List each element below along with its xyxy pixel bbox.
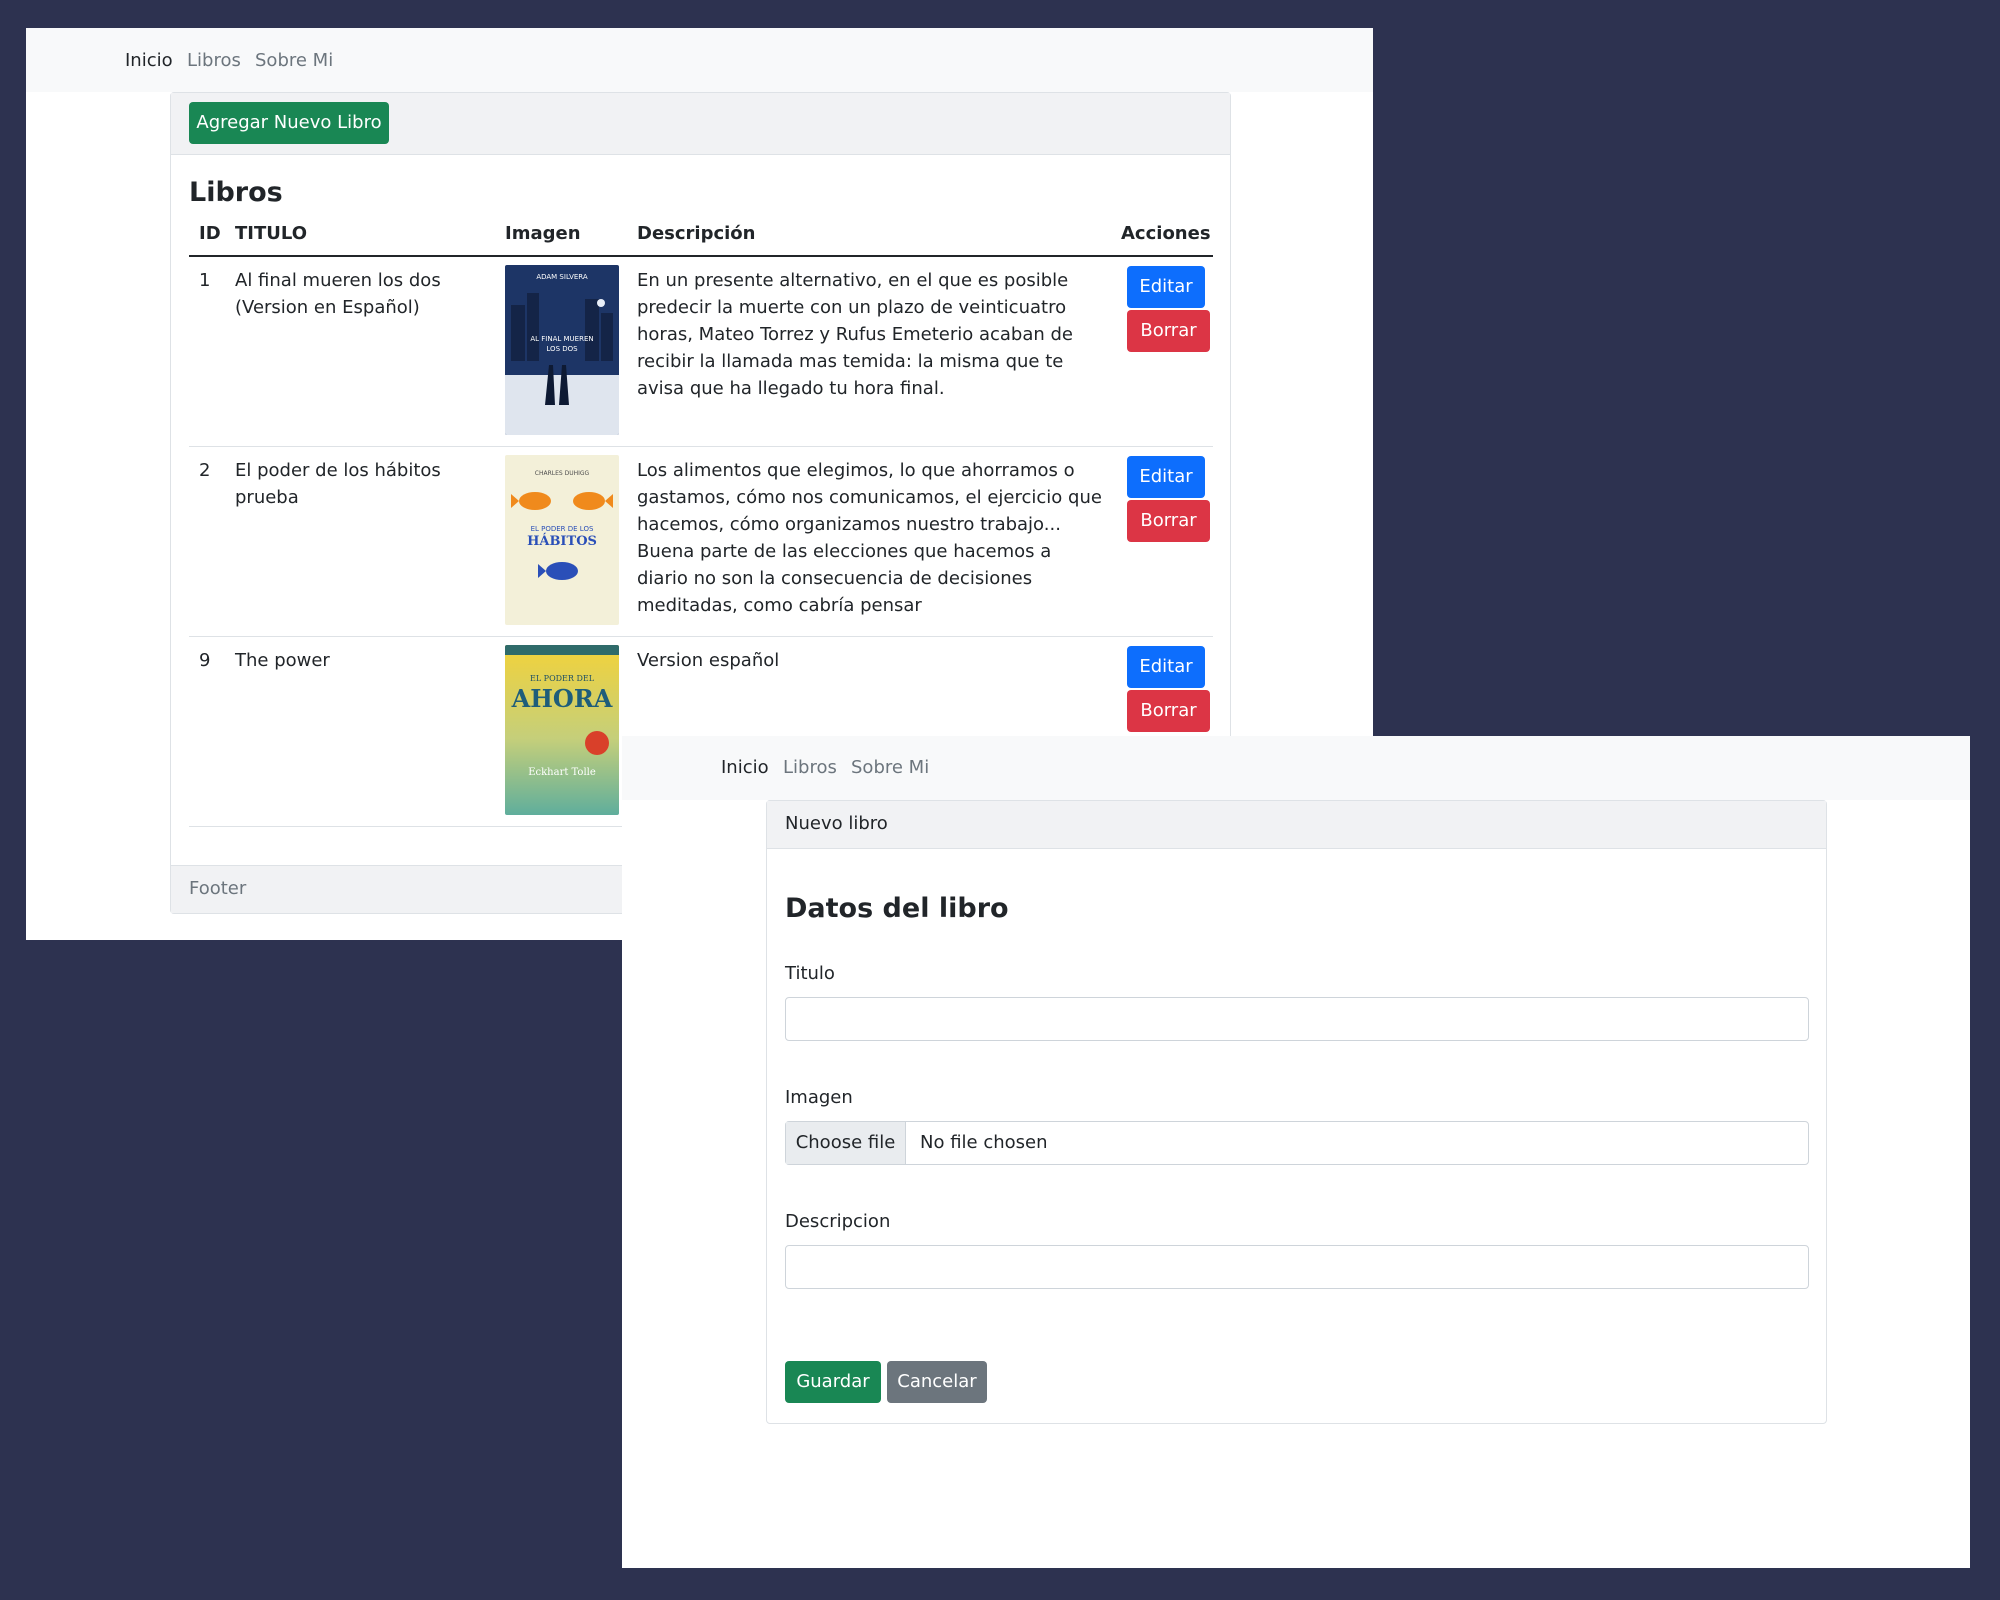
descripcion-label: Descripcion	[785, 1211, 891, 1232]
imagen-file-input[interactable]: Choose file No file chosen	[785, 1121, 1809, 1165]
header-description: Descripción	[637, 223, 756, 244]
card-header: Nuevo libro	[767, 801, 1826, 849]
imagen-label: Imagen	[785, 1087, 853, 1108]
new-book-window: Inicio Libros Sobre Mi Nuevo libro Datos…	[622, 736, 1970, 1568]
new-book-card: Nuevo libro Datos del libro Titulo Image…	[766, 800, 1827, 1424]
cover-title-line2: LOS DOS	[546, 345, 578, 353]
save-button[interactable]: Guardar	[785, 1361, 881, 1403]
edit-button[interactable]: Editar	[1127, 266, 1205, 308]
titulo-label: Titulo	[785, 963, 835, 984]
cover-title-line1: EL PODER DE LOS	[531, 525, 594, 533]
header-image: Imagen	[505, 223, 581, 244]
form-heading: Datos del libro	[785, 893, 1009, 924]
delete-button[interactable]: Borrar	[1127, 310, 1210, 352]
nav-link-inicio[interactable]: Inicio	[721, 757, 769, 778]
navbar: Inicio Libros Sobre Mi	[26, 28, 1373, 92]
header-title: TITULO	[235, 223, 307, 244]
nav-link-sobre-mi[interactable]: Sobre Mi	[851, 757, 929, 778]
cover-title-line2: AHORA	[511, 684, 613, 713]
nav-link-libros[interactable]: Libros	[187, 50, 241, 71]
book-cover-image: ADAM SILVERA AL FINAL MUEREN LOS DOS	[505, 265, 619, 435]
header-id: ID	[199, 223, 221, 244]
book-cover-image: CHARLES DUHIGG EL PODER DE LOS HÁBITOS	[505, 455, 619, 625]
cover-author: CHARLES DUHIGG	[535, 470, 590, 477]
choose-file-button[interactable]: Choose file	[786, 1122, 906, 1164]
cover-title-line1: AL FINAL MUEREN	[530, 335, 593, 343]
delete-button[interactable]: Borrar	[1127, 500, 1210, 542]
descripcion-input[interactable]	[785, 1245, 1809, 1289]
row-description: Version español	[637, 650, 780, 671]
row-description: Los alimentos que elegimos, lo que ahorr…	[637, 460, 1102, 616]
nav-link-libros[interactable]: Libros	[783, 757, 837, 778]
row-title: The power	[235, 650, 330, 671]
page-title: Libros	[189, 177, 283, 208]
table-row: 2 El poder de los hábitos prueba CHARLES…	[189, 447, 1213, 637]
nav-link-sobre-mi[interactable]: Sobre Mi	[255, 50, 333, 71]
row-title: Al final mueren los dos (Version en Espa…	[235, 270, 441, 318]
cancel-button[interactable]: Cancelar	[887, 1361, 987, 1403]
file-status: No file chosen	[920, 1132, 1048, 1153]
edit-button[interactable]: Editar	[1127, 456, 1205, 498]
cover-author: Eckhart Tolle	[528, 767, 596, 778]
row-title: El poder de los hábitos prueba	[235, 460, 441, 508]
delete-button[interactable]: Borrar	[1127, 690, 1210, 732]
book-cover-image: EL PODER DEL AHORA Eckhart Tolle	[505, 645, 619, 815]
table-row: 1 Al final mueren los dos (Version en Es…	[189, 257, 1213, 447]
row-id: 2	[199, 460, 211, 481]
add-book-button[interactable]: Agregar Nuevo Libro	[189, 102, 389, 144]
card-header: Agregar Nuevo Libro	[171, 93, 1230, 155]
cover-title-line1: EL PODER DEL	[530, 674, 595, 683]
cover-author: ADAM SILVERA	[536, 273, 588, 281]
row-id: 1	[199, 270, 211, 291]
navbar: Inicio Libros Sobre Mi	[622, 736, 1970, 800]
nav-link-inicio[interactable]: Inicio	[125, 50, 173, 71]
cover-title-line2: HÁBITOS	[527, 533, 597, 549]
card-header-title: Nuevo libro	[785, 813, 888, 834]
edit-button[interactable]: Editar	[1127, 646, 1205, 688]
header-actions: Acciones	[1121, 223, 1211, 244]
footer-text: Footer	[189, 878, 247, 899]
row-id: 9	[199, 650, 211, 671]
row-description: En un presente alternativo, en el que es…	[637, 270, 1073, 399]
titulo-input[interactable]	[785, 997, 1809, 1041]
